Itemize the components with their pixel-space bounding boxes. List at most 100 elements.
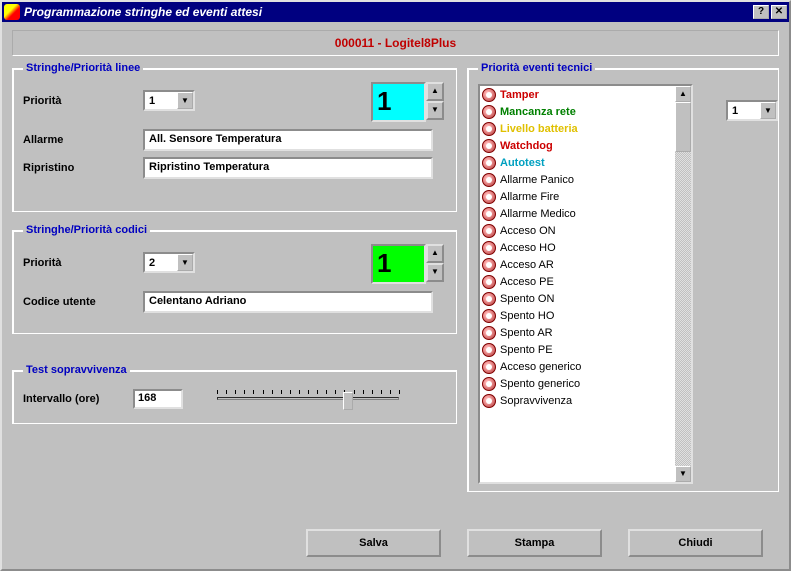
list-item[interactable]: Acceso PE	[480, 273, 691, 290]
list-item[interactable]: Allarme Medico	[480, 205, 691, 222]
event-icon	[482, 122, 496, 136]
list-item[interactable]: Tamper	[480, 86, 691, 103]
window: Programmazione stringhe ed eventi attesi…	[0, 0, 791, 571]
list-item[interactable]: Acceso AR	[480, 256, 691, 273]
input-allarme[interactable]: All. Sensore Temperatura	[143, 129, 433, 151]
combo-linee-priorita[interactable]: 1 ▼	[143, 90, 195, 111]
list-item-label: Acceso HO	[500, 242, 556, 254]
list-item[interactable]: Spento ON	[480, 290, 691, 307]
event-icon	[482, 326, 496, 340]
event-icon	[482, 258, 496, 272]
chevron-down-icon[interactable]: ▼	[760, 102, 776, 119]
legend-eventi: Priorità eventi tecnici	[478, 62, 595, 74]
scroll-down-icon[interactable]: ▼	[675, 466, 691, 482]
print-button[interactable]: Stampa	[467, 529, 602, 557]
list-item[interactable]: Spento AR	[480, 324, 691, 341]
slider-thumb[interactable]	[343, 392, 353, 410]
list-item[interactable]: Mancanza rete	[480, 103, 691, 120]
list-item[interactable]: Watchdog	[480, 137, 691, 154]
group-linee: Stringhe/Priorità linee 1 ▲ ▼ Priorità 1…	[12, 62, 457, 212]
chevron-down-icon[interactable]: ▼	[177, 92, 193, 109]
list-item[interactable]: Acceso ON	[480, 222, 691, 239]
close-button[interactable]: ✕	[771, 5, 787, 19]
spin-down-icon[interactable]: ▼	[426, 101, 444, 120]
input-codice-utente[interactable]: Celentano Adriano	[143, 291, 433, 313]
event-icon	[482, 360, 496, 374]
spin-down-icon[interactable]: ▼	[426, 263, 444, 282]
header-box: 000011 - Logitel8Plus	[12, 30, 779, 56]
list-item[interactable]: Sopravvivenza	[480, 392, 691, 409]
label-ripristino: Ripristino	[23, 162, 143, 174]
event-icon	[482, 275, 496, 289]
list-item[interactable]: Spento generico	[480, 375, 691, 392]
legend-survival: Test sopravvivenza	[23, 364, 130, 376]
group-survival: Test sopravvivenza Intervallo (ore) 168	[12, 364, 457, 424]
label-intervallo: Intervallo (ore)	[23, 393, 133, 405]
list-item-label: Spento HO	[500, 310, 554, 322]
group-codici: Stringhe/Priorità codici 1 ▲ ▼ Priorità …	[12, 224, 457, 334]
event-icon	[482, 139, 496, 153]
list-item[interactable]: Acceso generico	[480, 358, 691, 375]
list-item[interactable]: Spento HO	[480, 307, 691, 324]
event-icon	[482, 190, 496, 204]
slider-intervallo[interactable]	[213, 386, 403, 412]
list-item-label: Livello batteria	[500, 123, 578, 135]
label-linee-priorita: Priorità	[23, 95, 143, 107]
event-icon	[482, 309, 496, 323]
event-icon	[482, 105, 496, 119]
event-icon	[482, 224, 496, 238]
list-item-label: Spento AR	[500, 327, 553, 339]
list-item-label: Spento generico	[500, 378, 580, 390]
button-bar: Salva Stampa Chiudi	[2, 529, 789, 557]
combo-codici-priorita[interactable]: 2 ▼	[143, 252, 195, 273]
help-button[interactable]: ?	[753, 5, 769, 19]
list-item-label: Acceso generico	[500, 361, 581, 373]
list-item[interactable]: Spento PE	[480, 341, 691, 358]
list-item-label: Acceso ON	[500, 225, 556, 237]
event-icon	[482, 156, 496, 170]
save-button[interactable]: Salva	[306, 529, 441, 557]
window-title: Programmazione stringhe ed eventi attesi	[24, 5, 751, 19]
spin-up-icon[interactable]: ▲	[426, 82, 444, 101]
scroll-up-icon[interactable]: ▲	[675, 86, 691, 102]
list-item-label: Watchdog	[500, 140, 553, 152]
list-item-label: Spento PE	[500, 344, 553, 356]
input-ripristino[interactable]: Ripristino Temperatura	[143, 157, 433, 179]
close-dialog-button[interactable]: Chiudi	[628, 529, 763, 557]
combo-eventi-priorita[interactable]: 1 ▼	[726, 100, 778, 121]
list-item-label: Autotest	[500, 157, 545, 169]
scrollbar[interactable]: ▲ ▼	[675, 86, 691, 482]
list-item[interactable]: Autotest	[480, 154, 691, 171]
list-item-label: Allarme Fire	[500, 191, 559, 203]
event-icon	[482, 241, 496, 255]
input-intervallo[interactable]: 168	[133, 389, 183, 409]
listbox-eventi[interactable]: Tamper Mancanza rete Livello batteria Watch…	[478, 84, 693, 484]
spin-up-icon[interactable]: ▲	[426, 244, 444, 263]
codici-display: 1	[371, 244, 426, 284]
client-area: 000011 - Logitel8Plus Stringhe/Priorità …	[2, 22, 789, 569]
list-item[interactable]: Livello batteria	[480, 120, 691, 137]
header-text: 000011 - Logitel8Plus	[335, 36, 456, 50]
list-item-label: Mancanza rete	[500, 106, 576, 118]
titlebar: Programmazione stringhe ed eventi attesi…	[2, 2, 789, 22]
list-item[interactable]: Acceso HO	[480, 239, 691, 256]
list-item-label: Tamper	[500, 89, 539, 101]
linee-spinner[interactable]: ▲ ▼	[426, 82, 444, 120]
event-icon	[482, 88, 496, 102]
list-item-label: Allarme Panico	[500, 174, 574, 186]
legend-linee: Stringhe/Priorità linee	[23, 62, 143, 74]
list-item[interactable]: Allarme Panico	[480, 171, 691, 188]
list-item-label: Spento ON	[500, 293, 554, 305]
codici-spinner[interactable]: ▲ ▼	[426, 244, 444, 282]
label-allarme: Allarme	[23, 134, 143, 146]
label-codice-utente: Codice utente	[23, 296, 143, 308]
chevron-down-icon[interactable]: ▼	[177, 254, 193, 271]
list-item-label: Acceso PE	[500, 276, 554, 288]
list-item[interactable]: Allarme Fire	[480, 188, 691, 205]
label-codici-priorita: Priorità	[23, 257, 143, 269]
event-icon	[482, 173, 496, 187]
legend-codici: Stringhe/Priorità codici	[23, 224, 150, 236]
scroll-thumb[interactable]	[675, 102, 691, 152]
list-item-label: Sopravvivenza	[500, 395, 572, 407]
event-icon	[482, 394, 496, 408]
